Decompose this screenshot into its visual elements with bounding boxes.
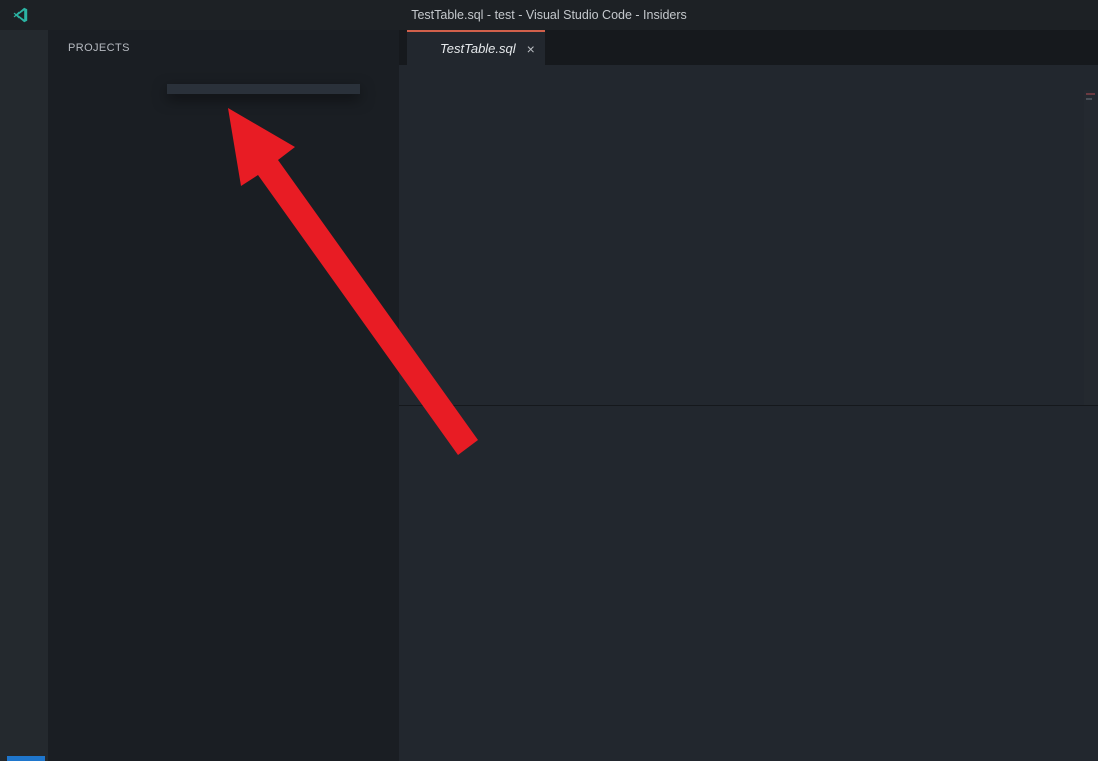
sidebar-title: PROJECTS xyxy=(68,42,389,54)
project-context-menu xyxy=(167,84,360,94)
breadcrumb xyxy=(399,65,1098,90)
sidebar-header: PROJECTS xyxy=(48,30,399,66)
code-editor[interactable] xyxy=(399,90,1098,405)
vscode-insiders-logo-icon xyxy=(13,7,29,23)
bottom-panel xyxy=(399,405,1098,761)
editor-tab-bar: TestTable.sql × xyxy=(399,30,1098,65)
tab-close-icon[interactable]: × xyxy=(527,41,535,57)
tab-testtable-sql[interactable]: TestTable.sql × xyxy=(407,30,545,65)
status-indicator-strip xyxy=(7,756,45,761)
tab-label: TestTable.sql xyxy=(440,41,516,56)
editor-group: TestTable.sql × xyxy=(399,30,1098,405)
panel-tab-bar xyxy=(399,406,1098,437)
minimap[interactable] xyxy=(1084,90,1098,405)
output-console[interactable] xyxy=(399,439,1098,761)
vscode-window: TestTable.sql - test - Visual Studio Cod… xyxy=(0,0,1098,761)
window-title: TestTable.sql - test - Visual Studio Cod… xyxy=(0,8,1098,22)
title-bar: TestTable.sql - test - Visual Studio Cod… xyxy=(0,0,1098,30)
activity-bar xyxy=(0,30,48,761)
sidebar-projects: PROJECTS xyxy=(48,30,399,761)
sql-database-icon xyxy=(418,41,433,56)
